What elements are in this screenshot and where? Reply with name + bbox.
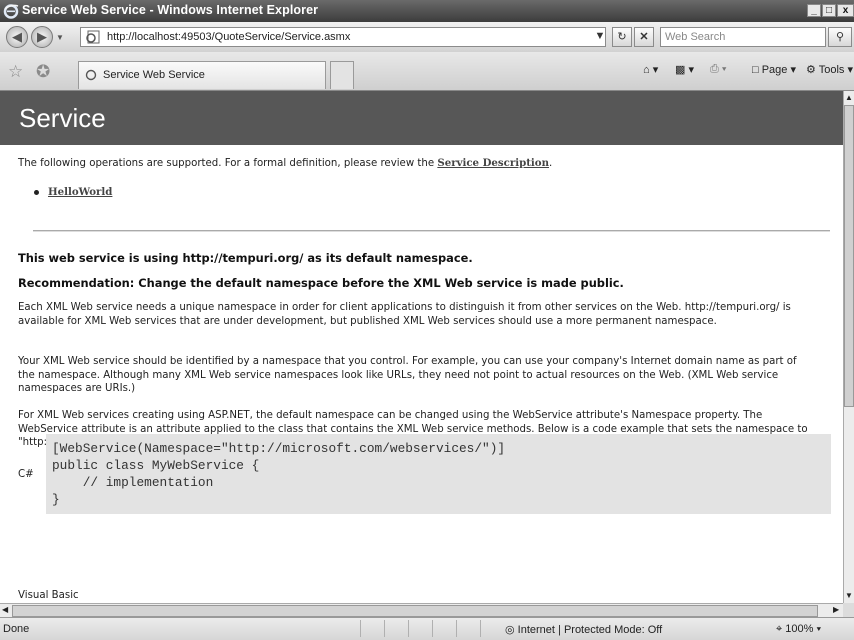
stop-button[interactable]: ✕ [634,27,654,47]
search-input[interactable]: Web Search [660,27,826,47]
title-bar: Service Web Service - Windows Internet E… [0,0,854,22]
add-favorites-icon[interactable]: ✪ [36,62,50,82]
code-csharp: [WebService(Namespace="http://microsoft.… [52,441,506,507]
browser-window: Service Web Service - Windows Internet E… [0,0,854,640]
paragraph-1: Each XML Web service needs a unique name… [18,302,791,327]
page-menu[interactable]: □ Page ▾ [752,63,796,76]
zoom-icon: ⌖ [776,623,783,635]
close-button[interactable]: x [837,4,854,17]
status-segment [432,620,455,637]
page-icon [86,30,100,44]
search-icon: ⚲ [835,31,845,43]
scroll-down-icon[interactable]: ▼ [845,591,853,600]
paragraph-2: Your XML Web service should be identifie… [18,356,797,394]
favorites-star-icon[interactable]: ☆ [8,62,23,82]
forward-arrow-icon: ▶ [37,29,47,44]
window-title: Service Web Service - Windows Internet E… [22,3,319,17]
zoom-control[interactable]: ⌖ 100% ▾ [776,623,821,636]
service-description-link[interactable]: Service Description [437,157,549,169]
url-text: http://localhost:49503/QuoteService/Serv… [107,31,351,43]
page-menu-icon: □ [752,64,759,76]
scroll-left-icon[interactable]: ◀ [2,605,8,614]
minimize-button[interactable]: _ [807,4,821,17]
scroll-up-icon[interactable]: ▲ [845,93,853,102]
tab-label: Service Web Service [103,69,205,81]
horizontal-scroll-thumb[interactable] [12,605,818,617]
status-segment [408,620,431,637]
address-bar: ◀ ▶ ▼ http://localhost:49503/QuoteServic… [0,22,854,53]
scroll-corner [843,603,854,617]
search-button[interactable]: ⚲ [828,27,852,47]
back-button[interactable]: ◀ [6,26,28,48]
helloworld-link[interactable]: HelloWorld [48,186,112,198]
status-text: Done [3,623,30,635]
status-segment [384,620,407,637]
intro-text-end: . [548,158,553,169]
csharp-label: C# [18,469,34,480]
tools-gear-icon: ⚙ [806,64,816,76]
back-arrow-icon: ◀ [12,29,22,44]
page-menu-label: Page [761,64,788,76]
ie-logo-icon [3,4,19,19]
horizontal-scrollbar[interactable]: ◀ ▶ [0,603,843,617]
refresh-button[interactable]: ↻ [612,27,632,47]
history-dropdown-icon[interactable]: ▼ [56,33,64,42]
vertical-scrollbar[interactable]: ▲ ▼ [843,91,854,603]
home-icon[interactable]: ⌂ ▾ [643,63,658,76]
forward-button[interactable]: ▶ [31,26,53,48]
status-segment [456,620,479,637]
operation-item: HelloWorld [48,186,112,200]
feeds-icon[interactable]: ▩ ▾ [675,63,694,76]
stop-icon: ✕ [639,31,649,43]
new-tab-button[interactable] [330,61,354,89]
status-segment [480,620,503,637]
maximize-button[interactable]: □ [822,4,836,17]
security-zone-label: Internet | Protected Mode: Off [517,624,663,636]
refresh-icon: ↻ [617,31,627,43]
divider [33,230,830,232]
globe-icon: ◎ [505,624,515,636]
scroll-right-icon[interactable]: ▶ [833,605,839,614]
page-content: Service The following operations are sup… [0,91,843,603]
status-segment [360,620,383,637]
tools-menu[interactable]: ⚙ Tools ▾ [806,63,853,76]
url-dropdown-icon[interactable]: ▼ [590,27,610,47]
intro-text-start: The following operations are supported. … [18,158,438,169]
url-field[interactable]: http://localhost:49503/QuoteService/Serv… [80,27,606,47]
tab-bar: ☆ ✪ Service Web Service ⌂ ▾ ▩ ▾ ⎙ ▾ □ Pa… [0,52,854,91]
tab-page-icon [85,69,97,81]
namespace-notice: This web service is using http://tempuri… [18,251,473,265]
security-zone[interactable]: ◎ Internet | Protected Mode: Off [505,623,662,636]
print-icon[interactable]: ⎙ ▾ [710,63,726,76]
status-bar: Done ◎ Internet | Protected Mode: Off ⌖ … [0,617,854,640]
service-header: Service [0,91,843,145]
zoom-level: 100% [785,623,814,635]
recommendation: Recommendation: Change the default names… [18,276,624,290]
intro-text: The following operations are supported. … [18,157,552,171]
tab-service-web-service[interactable]: Service Web Service [78,61,326,89]
page-title: Service [19,103,106,133]
list-bullet [34,190,39,195]
vb-label: Visual Basic [18,590,79,601]
code-block: [WebService(Namespace="http://microsoft.… [46,434,831,514]
vertical-scroll-thumb[interactable] [844,105,854,407]
tools-menu-label: Tools [818,64,845,76]
